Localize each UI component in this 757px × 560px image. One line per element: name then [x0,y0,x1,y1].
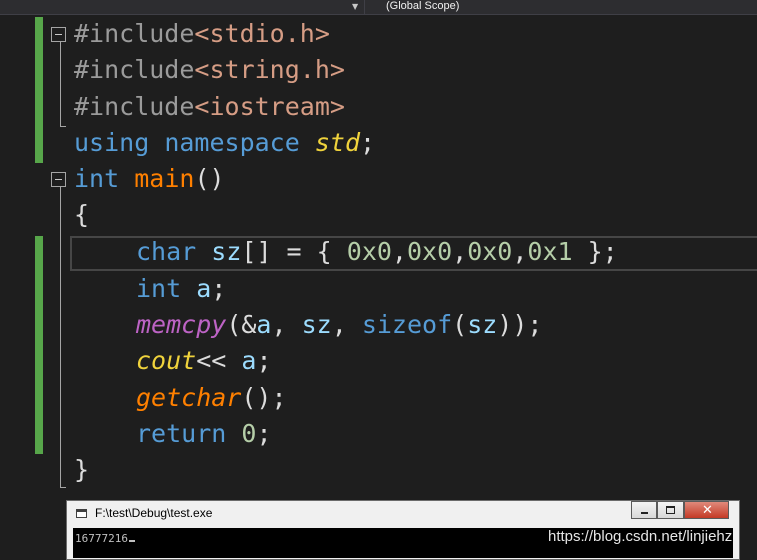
variable: a [256,310,272,339]
console-title-bar[interactable]: F:\test\Debug\test.exe ✕ [67,501,739,525]
number-literal: 0x0 [467,237,513,266]
close-brace: } [74,455,90,484]
variable: sz [211,237,242,266]
variable: a [241,346,257,375]
punctuation: ; [360,128,376,157]
console-app-icon [76,509,87,518]
punctuation: , [331,310,362,339]
code-line: int a; [0,271,757,307]
include-directive: #include [74,55,195,84]
open-brace: { [74,200,90,229]
watermark-text: https://blog.csdn.net/linjiehz [548,528,733,545]
include-header: <stdio.h> [194,19,330,48]
code-line: #include<iostream> [0,89,757,125]
include-header: <iostream> [194,92,345,121]
maximize-button[interactable] [657,501,684,519]
punctuation: , [391,237,407,266]
punctuation: ; [211,274,227,303]
punctuation: ( [452,310,468,339]
punctuation: }; [572,237,618,266]
minimize-button[interactable] [631,501,657,519]
code-line: return 0; [0,416,757,452]
number-literal: 0x0 [406,237,453,266]
code-line: memcpy(&a, sz, sizeof(sz)); [0,307,757,343]
number-literal: 0 [241,419,257,448]
code-line: int main() [0,161,757,197]
punctuation: ; [256,346,272,375]
variable: sz [301,310,332,339]
function-call: memcpy [136,310,227,339]
maximize-icon [666,506,675,514]
console-title: F:\test\Debug\test.exe [95,506,213,520]
keyword: return [136,419,227,448]
keyword: using [74,128,150,157]
namespace-name: std [314,128,361,157]
code-line: #include<string.h> [0,52,757,88]
keyword: namespace [164,128,300,157]
include-directive: #include [74,92,195,121]
code-line: using namespace std; [0,125,757,161]
include-header: <string.h> [194,55,345,84]
keyword: char [136,237,197,266]
number-literal: 0x0 [346,237,392,266]
punctuation: , [512,237,528,266]
minimize-icon [641,512,648,514]
close-icon: ✕ [702,503,713,518]
punctuation: () [194,164,225,193]
keyword: int [136,274,182,303]
code-line: } [0,452,757,488]
code-line: { [0,197,757,233]
number-literal: 0x1 [527,237,573,266]
member-dropdown[interactable]: ▼ [0,0,365,14]
punctuation: , [452,237,468,266]
code-line: getchar(); [0,380,757,416]
navigation-bar: ▼ (Global Scope) [0,0,757,15]
punctuation: [] = { [241,237,332,266]
chevron-down-icon[interactable]: ▼ [352,0,358,14]
operator: << [196,346,242,375]
code-line: char sz[] = { 0x0,0x0,0x0,0x1 }; [0,234,757,270]
stream-object: cout [136,346,197,375]
text-cursor [128,540,135,542]
punctuation: (& [226,310,257,339]
function-call: getchar [136,383,242,412]
scope-dropdown[interactable]: (Global Scope) [370,0,757,14]
code-line: cout<< a; [0,343,757,379]
function-name: main [134,164,195,193]
punctuation: , [271,310,302,339]
punctuation: ; [256,419,272,448]
punctuation: (); [241,383,287,412]
variable: sz [467,310,498,339]
keyword: int [74,164,120,193]
code-line: #include<stdio.h> [0,16,757,52]
console-output: 16777216 [75,532,128,545]
console-output-line: 16777216 [75,532,135,546]
include-directive: #include [74,19,195,48]
punctuation: )); [497,310,543,339]
scope-label: (Global Scope) [386,0,460,12]
keyword: sizeof [361,310,453,339]
variable: a [196,274,212,303]
close-button[interactable]: ✕ [684,501,729,519]
